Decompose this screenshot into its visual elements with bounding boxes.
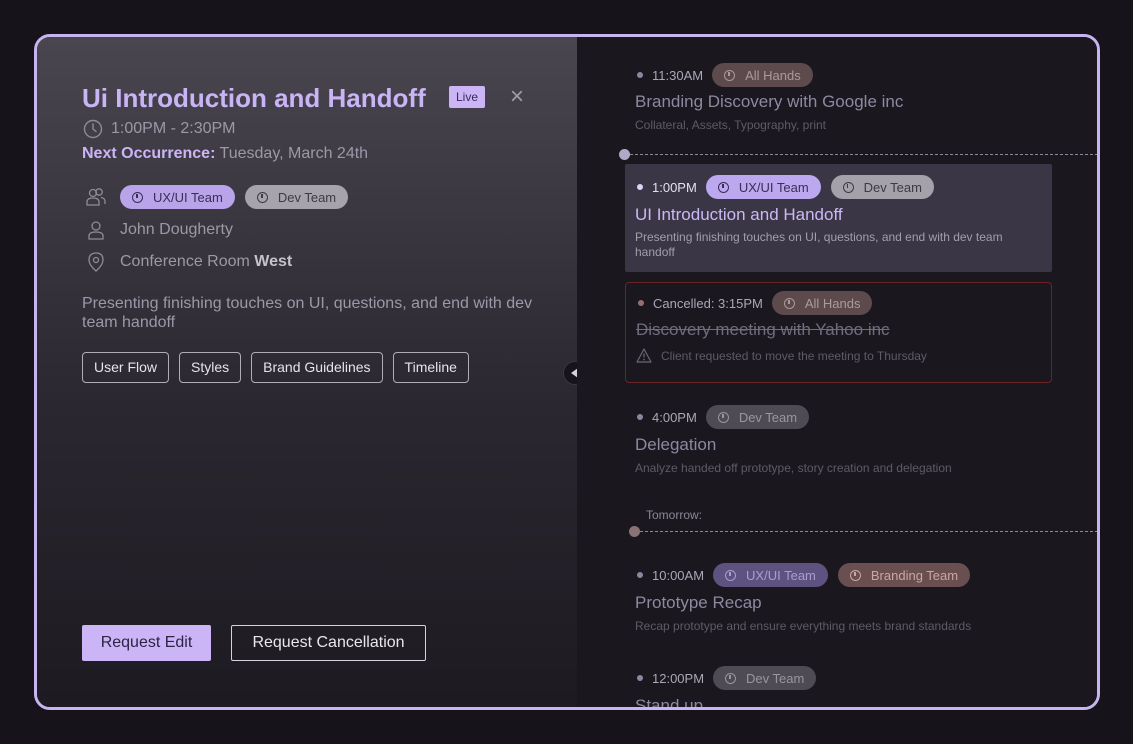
event-title: Stand up — [635, 696, 704, 710]
location-prefix: Conference Room — [120, 253, 250, 270]
tomorrow-label: Tomorrow: — [646, 508, 703, 522]
timeline-event[interactable]: 10:00AM UX/UI Team Branding Team Prototy… — [625, 563, 1052, 634]
bullet-dot — [637, 675, 643, 681]
team-tag-label: All Hands — [745, 67, 801, 83]
request-edit-button[interactable]: Request Edit — [82, 625, 211, 661]
bullet-dot — [638, 300, 644, 306]
event-time: 4:00PM — [652, 409, 697, 425]
bullet-dot — [637, 72, 643, 78]
team-tag-label: Dev Team — [746, 670, 805, 686]
event-title: UI Introduction and Handoff — [635, 205, 843, 224]
day-divider-dot — [629, 526, 640, 537]
team-tag[interactable]: UX/UI Team — [705, 175, 821, 199]
organizer-row: John Dougherty — [85, 219, 233, 241]
team-tag[interactable]: Branding Team — [837, 563, 971, 587]
group-icon — [86, 188, 106, 206]
warning-icon — [636, 348, 652, 363]
team-tag[interactable]: UX/UI Team — [713, 563, 828, 587]
event-time: 10:00AM — [652, 567, 705, 583]
event-time: 1:00PM — [652, 179, 697, 195]
event-time-row: 1:00PM - 2:30PM — [83, 119, 236, 139]
team-tag-label: UX/UI Team — [738, 179, 809, 195]
event-description: Presenting finishing touches on UI, ques… — [82, 295, 533, 331]
next-occurrence-value: Tuesday, March 24th — [219, 145, 369, 162]
request-cancellation-button[interactable]: Request Cancellation — [231, 625, 426, 661]
event-title: Discovery meeting with Yahoo inc — [636, 320, 890, 339]
event-details-panel: Ui Introduction and Handoff Live × 1:00P… — [37, 37, 577, 707]
team-tag[interactable]: All Hands — [771, 291, 873, 315]
person-icon — [88, 221, 104, 240]
event-title: Branding Discovery with Google inc — [635, 92, 904, 111]
event-description: Presenting finishing touches on UI, ques… — [635, 230, 1003, 259]
team-tag[interactable]: All Hands — [712, 63, 813, 87]
timeline-event[interactable]: 11:30AM All Hands Branding Discovery wit… — [625, 63, 1052, 133]
team-tag-label: Dev Team — [277, 189, 337, 205]
attachment-chip[interactable]: User Flow — [82, 352, 170, 383]
cancellation-note: Client requested to move the meeting to … — [636, 348, 1051, 363]
bullet-dot — [637, 414, 643, 420]
team-tag-label: UX/UI Team — [153, 189, 223, 205]
location: Conference Room West — [120, 253, 292, 271]
now-marker-dot — [619, 149, 630, 160]
team-tag[interactable]: Dev Team — [830, 175, 934, 199]
event-title: Delegation — [635, 435, 717, 454]
info-icon — [842, 181, 854, 193]
team-tag[interactable]: Dev Team — [713, 666, 817, 690]
event-title: Ui Introduction and Handoff — [82, 83, 426, 113]
attachment-chip[interactable]: Timeline — [392, 352, 469, 383]
team-tag[interactable]: Dev Team — [705, 405, 810, 429]
event-description: Collateral, Assets, Typography, print — [635, 118, 826, 132]
timeline-event-cancelled[interactable]: Cancelled: 3:15PM All Hands Discovery me… — [625, 282, 1052, 383]
cancellation-reason: Client requested to move the meeting to … — [661, 348, 927, 363]
team-tag-label: All Hands — [804, 295, 861, 311]
attachment-chips: User Flow Styles Brand Guidelines Timeli… — [82, 352, 469, 383]
event-time: 12:00PM — [652, 670, 705, 686]
event-description: Analyze handed off prototype, story crea… — [635, 461, 952, 475]
teams-row: UX/UI Team Dev Team — [85, 185, 358, 209]
live-badge: Live — [449, 86, 485, 108]
timeline-event-selected[interactable]: 1:00PM UX/UI Team Dev Team UI Introducti… — [625, 164, 1052, 272]
team-tag[interactable]: Dev Team — [244, 185, 349, 209]
info-icon — [256, 191, 268, 203]
info-icon — [717, 181, 729, 193]
clock-icon — [83, 119, 103, 139]
event-time: 11:30AM — [652, 67, 704, 83]
day-divider-line — [640, 531, 1097, 532]
team-tag-label: Dev Team — [738, 409, 798, 425]
team-tag-label: UX/UI Team — [746, 567, 816, 583]
attachment-chip[interactable]: Styles — [179, 352, 242, 383]
close-icon[interactable]: × — [507, 85, 527, 109]
event-modal: Ui Introduction and Handoff Live × 1:00P… — [34, 34, 1100, 710]
team-tag-label: Branding Team — [870, 567, 959, 583]
timeline-event[interactable]: 4:00PM Dev Team Delegation Analyze hande… — [625, 405, 1052, 476]
now-marker-line — [630, 154, 1097, 155]
location-pin-icon — [88, 252, 104, 272]
event-time: Cancelled: 3:15PM — [653, 295, 763, 311]
info-icon — [783, 297, 795, 309]
location-room: West — [254, 253, 293, 270]
event-description: Recap prototype and ensure everything me… — [635, 619, 972, 633]
attachment-chip[interactable]: Brand Guidelines — [251, 352, 383, 383]
location-row: Conference Room West — [85, 251, 292, 273]
next-occurrence-label: Next Occurrence: — [82, 145, 216, 162]
info-icon — [725, 569, 737, 581]
info-icon — [132, 191, 143, 203]
info-icon — [717, 411, 729, 423]
next-occurrence: Next Occurrence: Tuesday, March 24th — [82, 145, 368, 163]
event-title: Prototype Recap — [635, 593, 762, 612]
organizer-name: John Dougherty — [120, 221, 233, 238]
team-tag[interactable]: UX/UI Team — [120, 185, 235, 209]
team-tag-label: Dev Team — [863, 179, 922, 195]
bullet-dot — [637, 572, 643, 578]
timeline-panel: 11:30AM All Hands Branding Discovery wit… — [577, 37, 1097, 710]
info-icon — [849, 569, 861, 581]
event-time: 1:00PM - 2:30PM — [111, 120, 236, 137]
info-icon — [725, 672, 737, 684]
bullet-dot — [637, 184, 643, 190]
timeline-event[interactable]: 12:00PM Dev Team Stand up — [625, 666, 1052, 710]
info-icon — [724, 69, 736, 81]
